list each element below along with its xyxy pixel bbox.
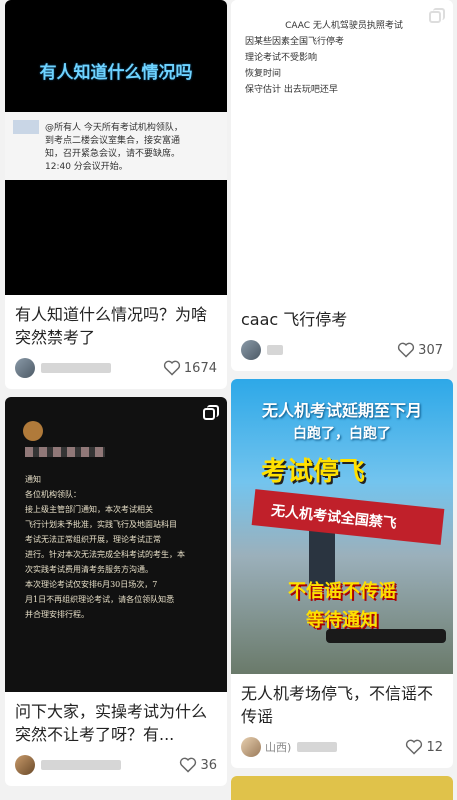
sender-avatar bbox=[13, 120, 39, 134]
doc-line: 各位机构领队： bbox=[25, 490, 81, 499]
like-button[interactable]: 36 bbox=[179, 757, 217, 773]
note-meta: 山西) 12 bbox=[231, 728, 453, 768]
note-cover[interactable]: CAAC 无人机驾驶员执照考试 因某些因素全国飞行停考 理论考试不受影响 恢复时… bbox=[231, 0, 453, 300]
notice-line: 理论考试不受影响 bbox=[245, 53, 318, 63]
note-cover[interactable]: 有人知道什么情况吗 @所有人 今天所有考试机构领队， 到考点二楼会议室集合，接安… bbox=[5, 0, 227, 295]
note-title[interactable]: 问下大家，实操考试为什么突然不让考了呀？有... bbox=[5, 692, 227, 746]
feed-column-left: 有人知道什么情况吗 @所有人 今天所有考试机构领队， 到考点二楼会议室集合，接安… bbox=[5, 0, 227, 794]
like-button[interactable]: 307 bbox=[397, 342, 443, 358]
heart-icon bbox=[406, 739, 423, 755]
like-count: 12 bbox=[426, 739, 443, 755]
heart-icon bbox=[163, 360, 181, 376]
author-name-blurred[interactable] bbox=[41, 760, 121, 770]
author-name-blurred[interactable] bbox=[297, 742, 338, 752]
cover-headline: 无人机考试延期至下月 bbox=[261, 401, 422, 420]
doc-line: 次实践考试费用清考务服务方沟通。 bbox=[25, 565, 153, 574]
red-banner: 无人机考试全国禁飞 bbox=[251, 489, 445, 545]
doc-line: 月1日不再组织理论考试，请各位领队知悉 bbox=[25, 595, 175, 604]
notice-line: 因某些因素全国飞行停考 bbox=[245, 37, 345, 47]
note-card[interactable]: 有人知道什么情况吗 @所有人 今天所有考试机构领队， 到考点二楼会议室集合，接安… bbox=[5, 0, 227, 389]
cover-big-text: 考试停飞 bbox=[261, 457, 366, 487]
pixelated-name bbox=[25, 447, 105, 457]
note-title[interactable]: caac 飞行停考 bbox=[231, 300, 453, 331]
like-count: 36 bbox=[200, 757, 217, 773]
like-count: 307 bbox=[418, 342, 443, 358]
doc-line: 飞行计划未予批准，实践飞行及地面站科目 bbox=[25, 520, 177, 529]
notice-line: 保守估计 出去玩吧还早 bbox=[245, 85, 338, 95]
drone-shape bbox=[326, 629, 446, 643]
note-title[interactable]: 无人机考场停飞，不信谣不传谣 bbox=[231, 674, 453, 728]
notice-text: CAAC 无人机驾驶员执照考试 因某些因素全国飞行停考 理论考试不受影响 恢复时… bbox=[231, 0, 453, 98]
note-card[interactable]: CAAC 无人机驾驶员执照考试 因某些因素全国飞行停考 理论考试不受影响 恢复时… bbox=[231, 0, 453, 371]
cover-overlay-text: 有人知道什么情况吗 bbox=[39, 63, 193, 83]
author-region[interactable]: 山西) bbox=[265, 739, 291, 755]
author-name-blurred[interactable] bbox=[41, 363, 111, 373]
like-button[interactable]: 1674 bbox=[163, 360, 217, 376]
doc-line: 通知 bbox=[25, 475, 41, 484]
multi-image-icon bbox=[429, 8, 445, 24]
notice-header: CAAC 无人机驾驶员执照考试 bbox=[285, 21, 403, 31]
doc-line: 进行。针对本次无法完成全科考试的考生，本 bbox=[25, 550, 185, 559]
feed-column-right: CAAC 无人机驾驶员执照考试 因某些因素全国飞行停考 理论考试不受影响 恢复时… bbox=[231, 0, 453, 800]
note-meta: 307 bbox=[231, 331, 453, 371]
message-line: 知，召开紧急会议，请不要缺席。 bbox=[45, 149, 181, 159]
doc-line: 并合理安排行程。 bbox=[25, 610, 89, 619]
like-count: 1674 bbox=[183, 360, 217, 376]
note-card[interactable]: 无人机考试延期至下月 白跑了，白跑了 考试停飞 无人机考试全国禁飞 不信谣不传谣… bbox=[231, 379, 453, 768]
avatar[interactable] bbox=[241, 340, 261, 360]
note-title[interactable]: 有人知道什么情况吗？为啥突然禁考了 bbox=[5, 295, 227, 349]
chat-message: @所有人 今天所有考试机构领队， 到考点二楼会议室集合，接安富通 知，召开紧急会… bbox=[5, 112, 227, 180]
message-line: 到考点二楼会议室集合，接安富通 bbox=[45, 136, 181, 146]
doc-line: 接上级主管部门通知，本次考试相关 bbox=[25, 505, 153, 514]
note-cover[interactable]: 无人机考试延期至下月 白跑了，白跑了 考试停飞 无人机考试全国禁飞 不信谣不传谣… bbox=[231, 379, 453, 674]
cover-slogan: 不信谣不传谣 bbox=[288, 581, 396, 602]
note-meta: 36 bbox=[5, 746, 227, 786]
note-cover[interactable]: 通知 各位机构领队： 接上级主管部门通知，本次考试相关 飞行计划未予批准，实践飞… bbox=[5, 397, 227, 692]
notice-line: 恢复时间 bbox=[245, 69, 282, 79]
feed: 有人知道什么情况吗 @所有人 今天所有考试机构领队， 到考点二楼会议室集合，接安… bbox=[0, 0, 457, 800]
doc-line: 考试无法正常组织开展，理论考试正常 bbox=[25, 535, 161, 544]
blurred-avatar bbox=[23, 421, 43, 441]
note-card-partial[interactable] bbox=[231, 776, 453, 800]
heart-icon bbox=[180, 757, 197, 773]
multi-image-icon bbox=[203, 405, 219, 421]
avatar[interactable] bbox=[15, 755, 35, 775]
avatar[interactable] bbox=[241, 737, 261, 757]
message-line: @所有人 今天所有考试机构领队， bbox=[45, 123, 183, 133]
notice-document: 通知 各位机构领队： 接上级主管部门通知，本次考试相关 飞行计划未予批准，实践飞… bbox=[25, 472, 217, 622]
note-card[interactable]: 通知 各位机构领队： 接上级主管部门通知，本次考试相关 飞行计划未予批准，实践飞… bbox=[5, 397, 227, 786]
cover-subline: 白跑了，白跑了 bbox=[293, 426, 391, 442]
doc-line: 本次理论考试仅安排6月30日场次，7 bbox=[25, 580, 158, 589]
author-name-blurred[interactable] bbox=[267, 345, 283, 355]
note-meta: 1674 bbox=[5, 349, 227, 389]
avatar[interactable] bbox=[15, 358, 35, 378]
like-button[interactable]: 12 bbox=[405, 739, 443, 755]
message-line: 12:40 分会议开始。 bbox=[45, 162, 128, 172]
heart-icon bbox=[398, 342, 415, 358]
